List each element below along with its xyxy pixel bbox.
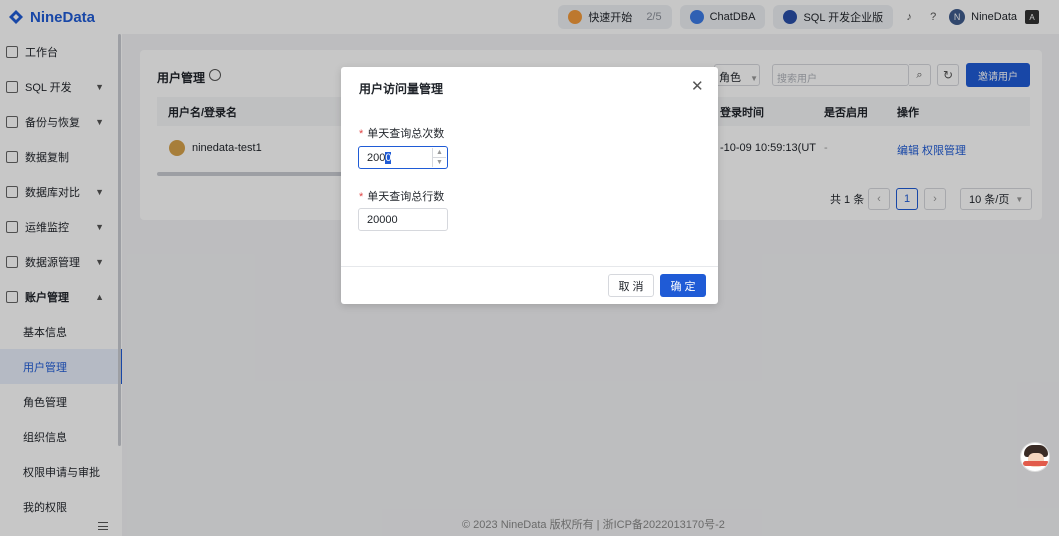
query-count-selection: 0	[385, 152, 392, 164]
required-marker: *	[359, 128, 364, 140]
chevron-down-icon[interactable]: ▼	[433, 158, 446, 167]
confirm-button[interactable]: 确 定	[660, 274, 706, 297]
query-rows-input[interactable]: 20000	[358, 208, 448, 231]
modal-footer-divider	[341, 266, 718, 267]
query-rows-label: * 单天查询总行数	[359, 188, 444, 204]
query-count-input[interactable]: 2000 ▲ ▼	[358, 146, 448, 169]
access-quota-modal: 用户访问量管理 ✕ * 单天查询总次数 2000 ▲ ▼ * 单天查询总行数 200…	[341, 67, 718, 304]
required-marker: *	[359, 191, 364, 203]
quantity-stepper[interactable]: ▲ ▼	[432, 148, 446, 167]
query-count-value: 200	[367, 152, 386, 164]
close-icon[interactable]: ✕	[691, 79, 704, 94]
modal-title: 用户访问量管理	[359, 82, 444, 96]
query-count-label: * 单天查询总次数	[359, 125, 444, 141]
assistant-avatar-button[interactable]	[1020, 442, 1050, 472]
query-count-label-text: 单天查询总次数	[367, 128, 445, 140]
query-rows-label-text: 单天查询总行数	[367, 191, 445, 203]
cancel-button[interactable]: 取 消	[608, 274, 654, 297]
chevron-up-icon[interactable]: ▲	[433, 148, 446, 158]
